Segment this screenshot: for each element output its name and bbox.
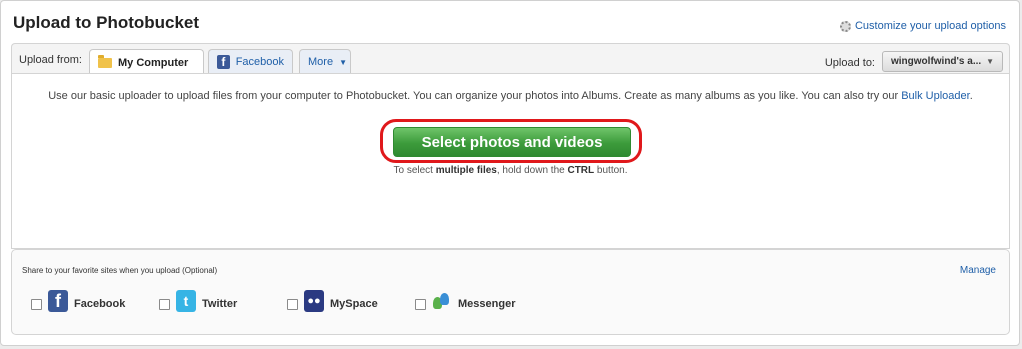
tab-label: More xyxy=(308,56,334,68)
tab-label: Facebook xyxy=(235,56,284,68)
highlight-circle: Select photos and videos xyxy=(380,119,642,163)
multi-select-hint: To select multiple files, hold down the … xyxy=(12,165,1009,176)
album-select[interactable]: wingwolfwind's a... ▼ xyxy=(882,51,1003,72)
upload-source-tabbar: Upload from: My Computer f Facebook More… xyxy=(11,43,1010,75)
tab-more[interactable]: More ▼ xyxy=(299,49,351,74)
upload-panel: Upload to Photobucket Customize your upl… xyxy=(0,0,1020,346)
page-title: Upload to Photobucket xyxy=(13,13,200,32)
tab-label: My Computer xyxy=(118,56,189,69)
customize-upload-options-link[interactable]: Customize your upload options xyxy=(839,20,1006,32)
facebook-share-checkbox[interactable] xyxy=(31,298,42,310)
folder-icon xyxy=(98,54,112,68)
description-end: . xyxy=(969,90,973,102)
tab-facebook[interactable]: f Facebook xyxy=(208,49,293,74)
share-site-facebook: f Facebook xyxy=(31,290,125,312)
myspace-share-checkbox[interactable] xyxy=(287,298,298,310)
description-text: Use our basic uploader to upload files f… xyxy=(48,90,899,102)
myspace-logo-icon: ●● xyxy=(304,290,324,312)
share-site-myspace: ●● MySpace xyxy=(287,290,378,312)
upload-content-area: Use our basic uploader to upload files f… xyxy=(11,73,1010,249)
customize-link-label: Customize your upload options xyxy=(854,20,1006,32)
messenger-share-checkbox[interactable] xyxy=(415,298,426,310)
site-name: Twitter xyxy=(202,298,238,310)
hint-mid: , hold down the xyxy=(496,165,565,176)
chevron-down-icon: ▼ xyxy=(339,57,347,67)
upload-to-label: Upload to: xyxy=(824,57,875,69)
tab-my-computer[interactable]: My Computer xyxy=(89,49,204,75)
hint-suffix: button. xyxy=(596,165,628,176)
facebook-logo-icon: f xyxy=(48,290,68,312)
site-name: Messenger xyxy=(458,298,516,310)
bulk-uploader-link[interactable]: Bulk Uploader xyxy=(901,90,970,102)
uploader-description: Use our basic uploader to upload files f… xyxy=(12,90,1009,102)
site-name: MySpace xyxy=(330,298,378,310)
album-select-value: wingwolfwind's a... xyxy=(891,56,982,67)
share-site-twitter: t Twitter xyxy=(159,290,237,312)
twitter-share-checkbox[interactable] xyxy=(159,298,170,310)
site-name: Facebook xyxy=(74,298,126,310)
share-label: Share to your favorite sites when you up… xyxy=(22,266,218,275)
select-photos-button[interactable]: Select photos and videos xyxy=(393,127,631,157)
hint-multiple-files: multiple files xyxy=(435,165,497,176)
hint-ctrl: CTRL xyxy=(567,165,595,176)
hint-prefix: To select xyxy=(393,165,433,176)
gear-icon xyxy=(839,20,851,32)
manage-link[interactable]: Manage xyxy=(960,265,996,276)
messenger-logo-icon xyxy=(432,290,452,312)
share-site-messenger: Messenger xyxy=(415,290,515,312)
twitter-logo-icon: t xyxy=(176,290,196,312)
facebook-icon: f xyxy=(217,55,230,69)
upload-from-label: Upload from: xyxy=(19,54,82,66)
chevron-down-icon: ▼ xyxy=(986,57,994,66)
share-panel: Share to your favorite sites when you up… xyxy=(11,249,1010,335)
